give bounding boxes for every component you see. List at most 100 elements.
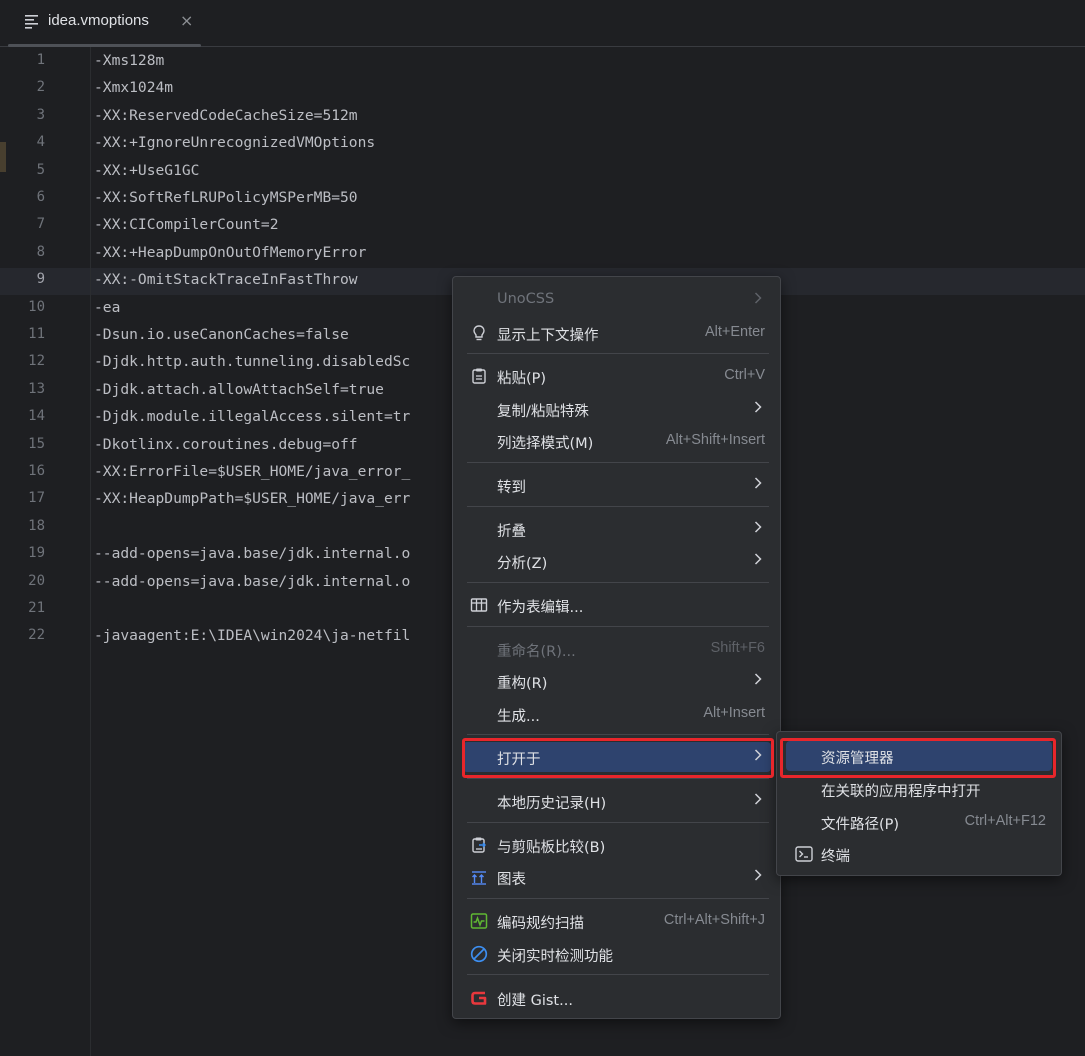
- menu-item-show-context-actions[interactable]: 显示上下文操作 Alt+Enter: [463, 318, 771, 348]
- line-number: 9: [36, 271, 45, 288]
- tab-title: idea.vmoptions: [48, 12, 149, 29]
- text-file-icon: [25, 15, 38, 29]
- menu-item-paste-special[interactable]: 复制/粘贴特殊: [463, 394, 771, 424]
- line-number: 19: [28, 545, 45, 562]
- menu-separator: [467, 778, 769, 779]
- code-text[interactable]: -XX:HeapDumpPath=$USER_HOME/java_err: [94, 490, 410, 507]
- menu-item-open-in[interactable]: 打开于: [463, 742, 771, 772]
- code-text[interactable]: -Dkotlinx.coroutines.debug=off: [94, 436, 358, 453]
- code-scan-icon: [470, 913, 488, 929]
- code-text[interactable]: -Djdk.module.illegalAccess.silent=tr: [94, 408, 410, 425]
- menu-item-edit-as-table[interactable]: 作为表编辑...: [463, 590, 771, 620]
- chevron-right-icon: [754, 869, 762, 881]
- menu-item-generate[interactable]: 生成... Alt+Insert: [463, 699, 771, 729]
- line-number: 22: [28, 627, 45, 644]
- line-number: 21: [28, 600, 45, 616]
- chevron-right-icon: [754, 477, 762, 489]
- editor-tab-bar: idea.vmoptions ×: [0, 0, 1085, 47]
- line-number: 16: [28, 463, 45, 479]
- code-text[interactable]: -XX:+IgnoreUnrecognizedVMOptions: [94, 134, 375, 151]
- menu-item-label: 图表: [497, 872, 526, 888]
- active-tab-indicator: [8, 44, 201, 47]
- gist-icon: [471, 991, 487, 1005]
- menu-separator: [467, 974, 769, 975]
- menu-item-shortcut: Shift+F6: [710, 640, 765, 656]
- line-number: 8: [36, 243, 45, 260]
- code-text[interactable]: -Djdk.attach.allowAttachSelf=true: [94, 381, 384, 398]
- menu-item-label: 粘贴(P): [497, 371, 547, 387]
- code-text[interactable]: -XX:+HeapDumpOnOutOfMemoryError: [94, 244, 366, 261]
- code-text[interactable]: -Xmx1024m: [94, 79, 173, 96]
- submenu-item-file-path[interactable]: 文件路径(P) Ctrl+Alt+F12: [786, 807, 1052, 837]
- menu-item-refactor[interactable]: 重构(R): [463, 666, 771, 696]
- menu-item-folding[interactable]: 折叠: [463, 514, 771, 544]
- menu-item-unocss[interactable]: UnoCSS: [463, 285, 771, 315]
- menu-item-shortcut: Ctrl+V: [724, 367, 765, 383]
- menu-item-analyze[interactable]: 分析(Z): [463, 546, 771, 576]
- lightbulb-icon: [473, 325, 485, 341]
- clipboard-icon: [472, 368, 486, 384]
- menu-item-label: UnoCSS: [497, 291, 555, 307]
- menu-item-paste[interactable]: 粘贴(P) Ctrl+V: [463, 361, 771, 391]
- line-number: 15: [28, 435, 45, 452]
- chevron-right-icon: [754, 673, 762, 685]
- menu-item-label: 作为表编辑...: [497, 600, 584, 616]
- code-line[interactable]: 5 -XX:+UseG1GC: [0, 158, 1085, 185]
- submenu-item-explorer[interactable]: 资源管理器: [786, 741, 1052, 771]
- line-number: 7: [36, 216, 45, 233]
- code-text[interactable]: -XX:+UseG1GC: [94, 162, 199, 179]
- menu-item-compare-clipboard[interactable]: 与剪贴板比较(B): [463, 830, 771, 860]
- code-text[interactable]: -Dsun.io.useCanonCaches=false: [94, 326, 349, 343]
- menu-item-label: 重构(R): [497, 676, 548, 692]
- code-text[interactable]: -XX:ErrorFile=$USER_HOME/java_error_: [94, 463, 410, 480]
- line-number: 11: [28, 326, 45, 342]
- code-line[interactable]: 2 -Xmx1024m: [0, 75, 1085, 102]
- code-line[interactable]: 6 -XX:SoftRefLRUPolicyMSPerMB=50: [0, 185, 1085, 212]
- menu-item-column-selection[interactable]: 列选择模式(M) Alt+Shift+Insert: [463, 426, 771, 456]
- menu-item-label: 生成...: [497, 709, 540, 725]
- menu-item-code-scan[interactable]: 编码规约扫描 Ctrl+Alt+Shift+J: [463, 906, 771, 936]
- code-text[interactable]: -XX:ReservedCodeCacheSize=512m: [94, 107, 358, 124]
- code-line[interactable]: 1 -Xms128m: [0, 48, 1085, 75]
- menu-item-shortcut: Alt+Enter: [704, 324, 765, 340]
- menu-item-label: 关闭实时检测功能: [497, 949, 613, 965]
- code-text[interactable]: -Xms128m: [94, 52, 164, 69]
- code-line[interactable]: 7 -XX:CICompilerCount=2: [0, 212, 1085, 239]
- menu-item-goto[interactable]: 转到: [463, 470, 771, 500]
- code-text[interactable]: -XX:CICompilerCount=2: [94, 216, 279, 233]
- menu-item-label: 重命名(R)...: [497, 644, 576, 660]
- code-text[interactable]: -ea: [94, 299, 120, 316]
- menu-item-label: 列选择模式(M): [497, 436, 594, 452]
- line-number: 6: [36, 189, 45, 205]
- code-text[interactable]: -javaagent:E:\IDEA\win2024\ja-netfil: [94, 627, 410, 644]
- line-number: 10: [28, 298, 45, 315]
- close-tab-icon[interactable]: ×: [180, 11, 193, 30]
- menu-item-label: 复制/粘贴特殊: [497, 404, 589, 420]
- menu-item-diagrams[interactable]: 图表: [463, 862, 771, 892]
- code-text[interactable]: --add-opens=java.base/jdk.internal.o: [94, 545, 410, 562]
- code-text[interactable]: -XX:SoftRefLRUPolicyMSPerMB=50: [94, 189, 358, 206]
- menu-separator: [467, 582, 769, 583]
- menu-item-local-history[interactable]: 本地历史记录(H): [463, 786, 771, 816]
- submenu-item-associated-app[interactable]: 在关联的应用程序中打开: [786, 774, 1052, 804]
- compare-clipboard-icon: [472, 837, 486, 853]
- code-text[interactable]: --add-opens=java.base/jdk.internal.o: [94, 573, 410, 590]
- line-number: 1: [36, 52, 45, 68]
- chevron-right-icon: [754, 749, 762, 761]
- menu-item-label: 转到: [497, 480, 526, 496]
- submenu-item-label: 文件路径(P): [821, 817, 900, 833]
- chevron-right-icon: [754, 292, 762, 304]
- submenu-item-label: 终端: [821, 849, 850, 865]
- code-text[interactable]: -Djdk.http.auth.tunneling.disabledSc: [94, 353, 410, 370]
- menu-item-create-gist[interactable]: 创建 Gist...: [463, 983, 771, 1013]
- tab-idea-vmoptions[interactable]: idea.vmoptions ×: [8, 0, 201, 47]
- code-line[interactable]: 3 -XX:ReservedCodeCacheSize=512m: [0, 103, 1085, 130]
- code-text[interactable]: -XX:-OmitStackTraceInFastThrow: [94, 271, 358, 288]
- menu-item-rename[interactable]: 重命名(R)... Shift+F6: [463, 634, 771, 664]
- menu-separator: [467, 353, 769, 354]
- code-line[interactable]: 4 -XX:+IgnoreUnrecognizedVMOptions: [0, 130, 1085, 157]
- code-line[interactable]: 8 -XX:+HeapDumpOnOutOfMemoryError: [0, 240, 1085, 267]
- menu-item-close-realtime-check[interactable]: 关闭实时检测功能: [463, 939, 771, 969]
- submenu-item-terminal[interactable]: 终端: [786, 839, 1052, 869]
- menu-item-label: 折叠: [497, 524, 526, 540]
